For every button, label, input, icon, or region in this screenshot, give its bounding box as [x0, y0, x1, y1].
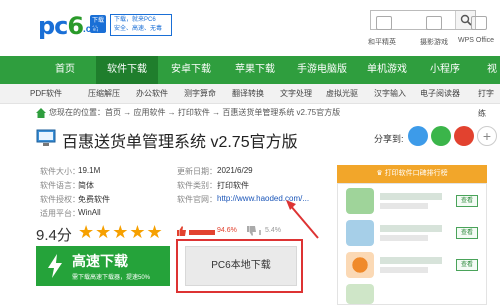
subnav-item[interactable]: 翻译转换 — [232, 84, 264, 104]
ranking-item[interactable]: 查看 — [338, 186, 488, 216]
blurred-desc — [380, 267, 428, 273]
blurred-title — [380, 193, 442, 200]
qq-share-icon[interactable] — [408, 126, 428, 146]
logo-text: pc6 — [38, 12, 84, 40]
weibo-share-icon[interactable] — [454, 126, 474, 146]
app-icon — [36, 129, 56, 146]
blurred-desc — [380, 203, 428, 209]
logo-suffix: .com — [83, 24, 107, 35]
thumbs-up-icon[interactable] — [176, 226, 186, 236]
nav-item-home[interactable]: 首页 — [40, 56, 90, 84]
subnav-item[interactable]: 电子阅读器 — [420, 84, 460, 104]
lightning-icon — [48, 254, 62, 278]
lang-value: 简体 — [78, 181, 94, 190]
good-rating-bar — [189, 230, 215, 235]
more-share-icon[interactable]: + — [477, 126, 497, 146]
highlight-box — [176, 239, 303, 293]
site-key: 软件官网： — [177, 195, 217, 204]
slogan-line-1: 下载，就来PC6 — [114, 17, 156, 23]
category-key: 软件类别： — [177, 181, 217, 190]
quick-link-icon-2[interactable] — [426, 16, 442, 30]
blurred-desc — [380, 235, 428, 241]
official-site-link[interactable]: http://www.haoded.com/... — [217, 194, 309, 203]
size-key: 软件大小： — [40, 167, 80, 176]
subnav-item[interactable]: 测字算命 — [184, 84, 216, 104]
subnav-item[interactable]: 文字处理 — [280, 84, 312, 104]
blurred-title — [380, 225, 442, 232]
site-slogan: 下载，就来PC6 安全、高速、无毒 — [110, 14, 172, 36]
download-sub-label: 需下载高速下载器，提速50% — [72, 275, 151, 281]
blurred-title — [380, 257, 442, 264]
ranking-item[interactable] — [338, 282, 488, 307]
date-value: 2021/6/29 — [217, 166, 253, 175]
ranking-item[interactable]: 查看 — [338, 250, 488, 280]
nav-item-software[interactable]: 软件下载 — [96, 56, 158, 84]
bad-rating-pct: 5.4% — [265, 227, 281, 234]
thumbs-down-icon[interactable] — [246, 226, 256, 236]
size-value: 19.1M — [78, 166, 101, 175]
download-label: 高速下载 — [72, 253, 128, 269]
license-value: 免费软件 — [78, 195, 110, 204]
rating-stars: ★★★★★ — [78, 222, 164, 242]
nav-item-single-games[interactable]: 单机游戏 — [358, 56, 416, 84]
ranking-panel: 查看 查看 查看 — [337, 183, 487, 305]
license-key: 软件授权： — [40, 195, 80, 204]
slogan-line-2: 安全、高速、无毒 — [114, 26, 163, 32]
ranking-item[interactable]: 查看 — [338, 218, 488, 248]
high-speed-download-button[interactable]: 高速下载 需下载高速下载器，提速50% — [36, 246, 170, 286]
share-label: 分享到: — [374, 134, 404, 144]
nav-item-video[interactable]: 视 — [484, 56, 500, 84]
bad-rating-bar — [259, 230, 261, 235]
quick-link-2[interactable]: 摄影游戏 — [420, 37, 448, 47]
quick-link-icon-1[interactable] — [376, 16, 392, 30]
view-button[interactable]: 查看 — [456, 195, 478, 207]
quick-link-3[interactable]: WPS Office — [458, 37, 494, 44]
lang-key: 软件语言： — [40, 181, 80, 190]
home-icon — [36, 108, 46, 118]
breadcrumb: 您现在的位置：首页 → 应用软件 → 打印软件 → 百惠送货单管理系统 v2.7… — [49, 108, 341, 117]
wechat-share-icon[interactable] — [431, 126, 451, 146]
main-nav: 首页 软件下载 安卓下载 苹果下载 手游电脑版 单机游戏 小程序 视 — [0, 56, 500, 84]
sub-nav: PDF软件 压缩解压 办公软件 测字算命 翻译转换 文字处理 虚拟光驱 汉字输入… — [0, 84, 500, 118]
app-thumbnail — [346, 220, 374, 246]
category-value: 打印软件 — [217, 181, 249, 190]
ranking-title: 打印软件口碑排行榜 — [384, 170, 448, 177]
platform-key: 适用平台： — [40, 209, 80, 218]
good-rating-pct: 94.6% — [217, 227, 237, 234]
app-thumbnail — [346, 284, 374, 304]
subnav-item[interactable]: 汉字输入 — [374, 84, 406, 104]
site-logo[interactable]: pc6 下载站 .com — [38, 12, 106, 40]
subnav-item[interactable]: 办公软件 — [136, 84, 168, 104]
view-button[interactable]: 查看 — [456, 227, 478, 239]
nav-item-apple[interactable]: 苹果下载 — [226, 56, 284, 84]
subnav-item[interactable]: 压缩解压 — [88, 84, 120, 104]
subnav-item[interactable]: 打字练 — [478, 84, 500, 118]
subnav-item[interactable]: PDF软件 — [30, 84, 62, 104]
subnav-item[interactable]: 虚拟光驱 — [326, 84, 358, 104]
nav-item-mobile-pc[interactable]: 手游电脑版 — [288, 56, 356, 84]
app-thumbnail — [346, 188, 374, 214]
view-button[interactable]: 查看 — [456, 259, 478, 271]
ranking-header[interactable]: ♛ 打印软件口碑排行榜 — [337, 165, 487, 183]
platform-value: WinAll — [78, 208, 101, 217]
quick-link-1[interactable]: 和平精英 — [368, 37, 396, 47]
crown-icon: ♛ — [376, 170, 385, 177]
nav-item-miniapp[interactable]: 小程序 — [420, 56, 470, 84]
date-key: 更新日期： — [177, 167, 217, 176]
app-thumbnail — [346, 252, 374, 278]
rating-score: 9.4分 — [36, 227, 72, 244]
quick-link-icon-3[interactable] — [471, 16, 487, 30]
page-title: 百惠送货单管理系统 v2.75官方版 — [62, 134, 298, 151]
nav-item-android[interactable]: 安卓下载 — [162, 56, 220, 84]
